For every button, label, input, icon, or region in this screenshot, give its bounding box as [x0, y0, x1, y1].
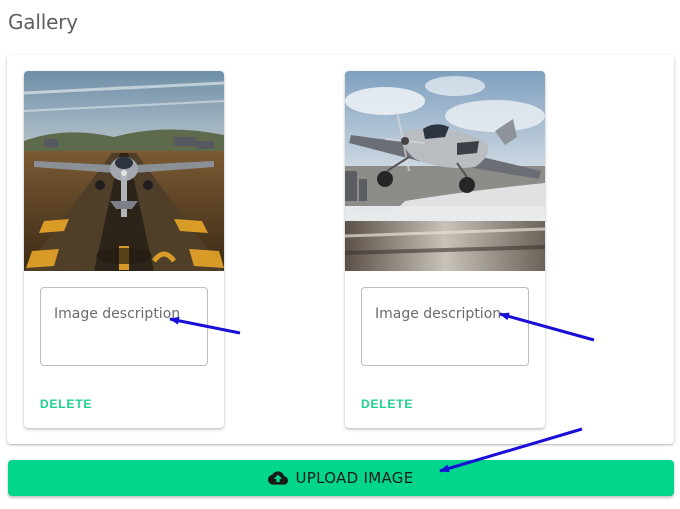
upload-button-label: UPLOAD IMAGE — [295, 469, 414, 487]
gallery-card: DELETE — [345, 71, 545, 428]
upload-image-button[interactable]: UPLOAD IMAGE — [8, 460, 674, 496]
gallery-page: Gallery Image description DELETE Image d… — [0, 0, 680, 509]
delete-button[interactable]: DELETE — [361, 397, 413, 411]
image-description-input[interactable] — [361, 287, 529, 366]
gallery-card: DELETE — [24, 71, 224, 428]
delete-button[interactable]: DELETE — [40, 397, 92, 411]
page-title: Gallery — [8, 10, 78, 34]
cloud-upload-icon — [268, 471, 289, 485]
image-description-input[interactable] — [40, 287, 208, 366]
card-image — [24, 71, 224, 271]
card-image — [345, 71, 545, 271]
gallery-panel: DELETE — [7, 55, 674, 444]
